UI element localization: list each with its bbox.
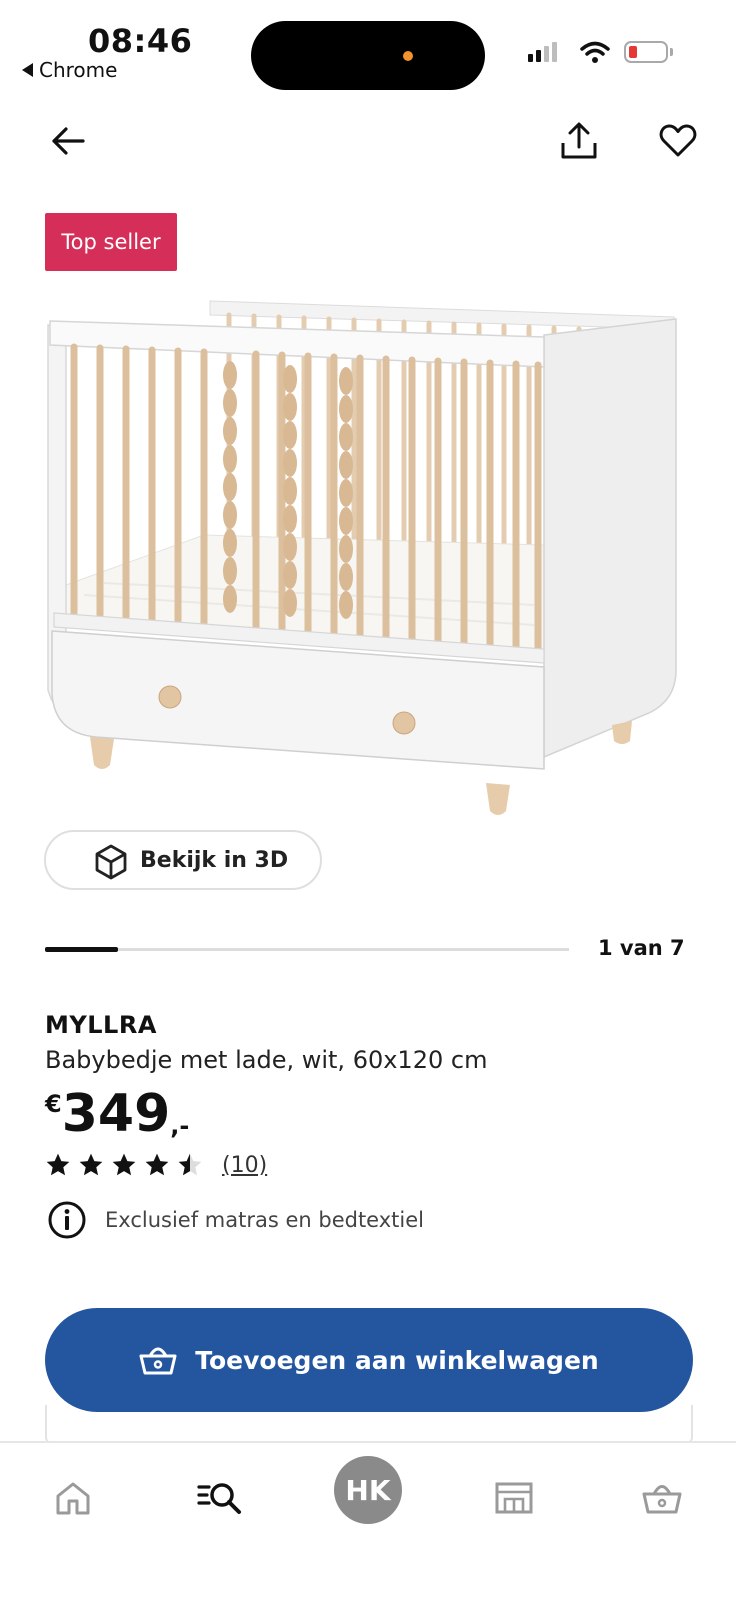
info-note-text: Exclusief matras en bedtextiel — [105, 1208, 424, 1232]
info-icon — [48, 1201, 86, 1239]
share-icon — [561, 122, 597, 159]
star-full-icon — [46, 1153, 70, 1176]
product-description: Babybedje met lade, wit, 60x120 cm — [45, 1046, 488, 1074]
top-seller-badge: Top seller — [45, 213, 177, 271]
gallery-progress-fill — [45, 947, 118, 952]
gallery-progress-track — [45, 948, 569, 951]
next-card-edge — [45, 1405, 693, 1445]
add-to-cart-button[interactable]: Toevoegen aan winkelwagen — [45, 1308, 693, 1412]
wifi-icon — [580, 41, 610, 63]
store-icon — [495, 1482, 533, 1514]
share-button[interactable] — [551, 113, 607, 169]
back-to-app-link[interactable]: Chrome — [22, 58, 117, 82]
info-note: Exclusief matras en bedtextiel — [47, 1200, 424, 1240]
star-full-icon — [112, 1153, 136, 1176]
rating-count-link[interactable]: (10) — [222, 1153, 267, 1178]
tab-cart[interactable] — [622, 1468, 702, 1528]
gallery-counter: 1 van 7 — [598, 936, 685, 960]
cart-basket-icon — [139, 1347, 177, 1375]
battery-icon — [624, 41, 668, 63]
product-price: € 349 ,- — [45, 1084, 189, 1144]
back-app-label: Chrome — [39, 58, 118, 82]
tab-stores[interactable] — [474, 1468, 554, 1528]
star-full-icon — [79, 1153, 103, 1176]
cart-icon — [642, 1485, 682, 1514]
heart-icon — [659, 124, 697, 157]
add-to-cart-label: Toevoegen aan winkelwagen — [195, 1345, 599, 1375]
cube-3d-icon — [95, 844, 127, 880]
price-currency: € — [45, 1090, 62, 1118]
tab-profile-avatar[interactable]: HK — [334, 1456, 402, 1524]
favorite-button[interactable] — [650, 113, 706, 169]
tab-search[interactable] — [180, 1468, 260, 1528]
product-name: MYLLRA — [45, 1011, 157, 1039]
tab-home[interactable] — [33, 1468, 113, 1528]
back-triangle-icon — [22, 63, 33, 77]
privacy-indicator-dot — [403, 51, 413, 61]
search-list-icon — [197, 1483, 241, 1514]
view-in-3d-label: Bekijk in 3D — [140, 847, 289, 873]
rating-row[interactable]: (10) — [45, 1152, 267, 1178]
product-image-crib[interactable] — [44, 295, 696, 835]
view-in-3d-button[interactable]: Bekijk in 3D — [44, 830, 322, 890]
dynamic-island — [251, 21, 485, 90]
back-button[interactable] — [40, 113, 96, 169]
price-suffix: ,- — [170, 1112, 190, 1140]
star-full-icon — [145, 1153, 169, 1176]
bottom-tab-bar: HK — [0, 1441, 736, 1600]
arrow-left-icon — [52, 127, 85, 155]
star-half-icon — [178, 1153, 202, 1176]
cellular-signal-icon — [528, 42, 557, 62]
home-icon — [56, 1482, 90, 1515]
battery-tip — [670, 48, 673, 56]
price-amount: 349 — [61, 1084, 171, 1144]
status-time: 08:46 — [88, 22, 193, 60]
